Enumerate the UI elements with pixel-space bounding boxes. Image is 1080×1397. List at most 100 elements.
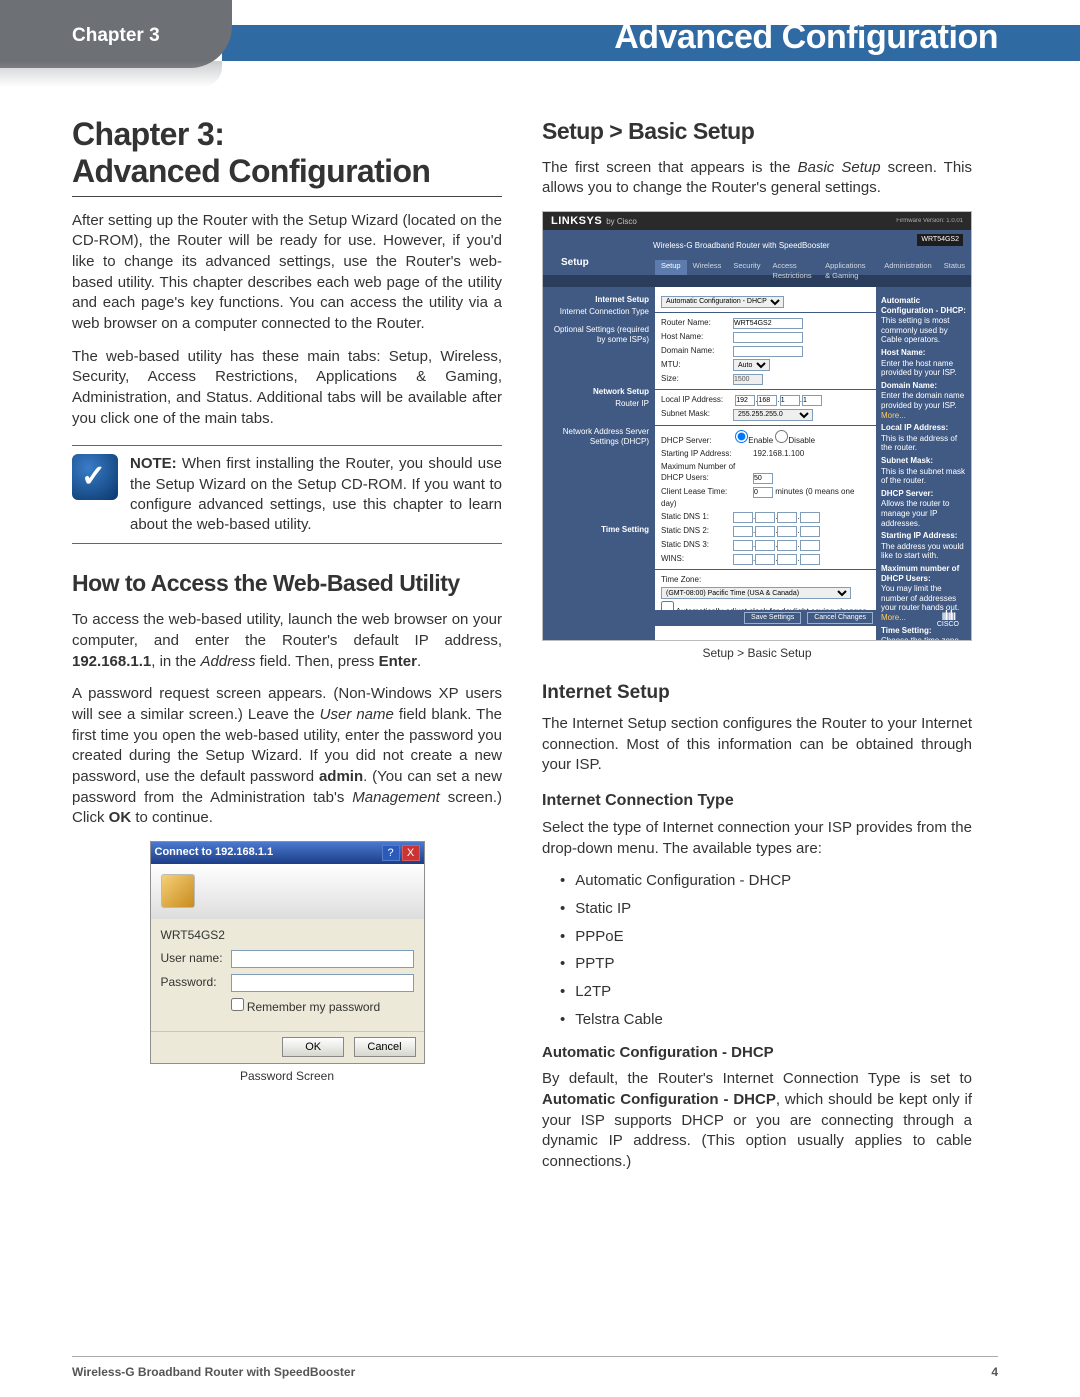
l: Network Setup	[549, 387, 649, 397]
lip-3[interactable]	[802, 395, 822, 406]
l: Network Address Server Settings (DHCP)	[549, 427, 649, 447]
l: Domain Name:	[661, 345, 733, 356]
right-column: Setup > Basic Setup The first screen tha…	[542, 116, 972, 1185]
i[interactable]	[733, 526, 753, 537]
t: Enter the domain name provided by your I…	[881, 391, 966, 410]
router-name-input[interactable]	[733, 318, 803, 329]
i[interactable]	[755, 512, 775, 523]
i[interactable]	[800, 540, 820, 551]
h: Host Name:	[881, 348, 966, 358]
mtu-size	[733, 374, 763, 385]
i[interactable]	[800, 554, 820, 565]
lip-2[interactable]	[780, 395, 800, 406]
l: 192.168.1.100	[753, 449, 804, 458]
t: By default, the Router's Internet Connec…	[542, 1070, 972, 1087]
tab-apps[interactable]: Applications & Gaming	[819, 260, 878, 275]
intro-para-1: After setting up the Router with the Set…	[72, 211, 502, 335]
i[interactable]	[755, 540, 775, 551]
l: Static DNS 3:	[661, 539, 733, 550]
subnet-select[interactable]: 255.255.255.0	[733, 409, 813, 421]
dhcp-enable[interactable]	[735, 430, 748, 443]
h: DHCP Server:	[881, 489, 966, 499]
more-link[interactable]: More...	[881, 411, 966, 421]
dhcp-disable[interactable]	[775, 430, 788, 443]
username-input[interactable]	[231, 950, 414, 968]
remember-label: Remember my password	[247, 1000, 380, 1014]
ict-select[interactable]: Automatic Configuration - DHCP	[661, 296, 784, 308]
ict-para: Select the type of Internet connection y…	[542, 818, 972, 859]
lip-0[interactable]	[735, 395, 755, 406]
i[interactable]	[733, 540, 753, 551]
howto-para-1: To access the web-based utility, launch …	[72, 610, 502, 672]
tab-access[interactable]: Access Restrictions	[766, 260, 819, 275]
tab-admin[interactable]: Administration	[878, 260, 938, 275]
shot-help: Automatic Configuration - DHCP:This sett…	[876, 287, 971, 641]
domain-name-input[interactable]	[733, 346, 803, 357]
connection-types-list: Automatic Configuration - DHCP Static IP…	[560, 871, 972, 1030]
l: Host Name:	[661, 331, 733, 342]
i[interactable]	[733, 512, 753, 523]
tab-status[interactable]: Status	[938, 260, 971, 275]
t: Choose the time zone you are in. The rou…	[881, 636, 966, 641]
ok-button[interactable]: OK	[282, 1037, 344, 1057]
i[interactable]	[800, 512, 820, 523]
i[interactable]	[733, 554, 753, 565]
lease-input[interactable]	[753, 487, 773, 498]
save-settings-button[interactable]: Save Settings	[744, 612, 801, 624]
chapter-heading-line2: Advanced Configuration	[72, 153, 430, 189]
dialog-banner	[151, 864, 424, 919]
host-name-input[interactable]	[733, 332, 803, 343]
tab-setup[interactable]: Setup	[655, 260, 687, 275]
close-icon[interactable]: X	[402, 845, 420, 861]
dhcp-subheading: Automatic Configuration - DHCP	[542, 1043, 972, 1064]
timezone-select[interactable]: (GMT-08:00) Pacific Time (USA & Canada)	[661, 587, 851, 599]
i[interactable]	[800, 526, 820, 537]
dhcp-bold: Automatic Configuration - DHCP	[542, 1091, 776, 1108]
tab-security[interactable]: Security	[727, 260, 766, 275]
username-label: User name:	[161, 950, 231, 967]
l: Maximum Number of DHCP Users:	[661, 461, 753, 483]
i[interactable]	[755, 526, 775, 537]
linksys-logo: LINKSYS	[551, 214, 602, 229]
i[interactable]	[777, 526, 797, 537]
t: This setting is most commonly used by Ca…	[881, 316, 966, 345]
l: Internet Setup	[549, 295, 649, 305]
header-title: Advanced Configuration	[614, 18, 998, 57]
mtu-select[interactable]: Auto	[733, 359, 770, 371]
t: To access the web-based utility, launch …	[72, 611, 502, 649]
cancel-button[interactable]: Cancel	[354, 1037, 416, 1057]
tab-wireless[interactable]: Wireless	[687, 260, 728, 275]
list-item: PPPoE	[560, 927, 972, 948]
l: Static DNS 2:	[661, 525, 733, 536]
l: Time Zone:	[661, 574, 733, 585]
l: Static DNS 1:	[661, 511, 733, 522]
i[interactable]	[777, 540, 797, 551]
firmware-label: Firmware Version: 1.0.01	[896, 217, 963, 225]
page-footer: Wireless-G Broadband Router with SpeedBo…	[72, 1356, 998, 1379]
i[interactable]	[777, 554, 797, 565]
cancel-changes-button[interactable]: Cancel Changes	[807, 612, 873, 624]
h: Starting IP Address:	[881, 531, 966, 541]
remember-checkbox[interactable]	[231, 998, 244, 1011]
lip-1[interactable]	[757, 395, 777, 406]
t: Allows the router to manage your IP addr…	[881, 499, 966, 528]
i[interactable]	[755, 554, 775, 565]
check-icon	[72, 454, 118, 500]
dialog-title: Connect to 192.168.1.1	[155, 845, 380, 860]
help-icon[interactable]: ?	[382, 845, 400, 861]
maxusers-input[interactable]	[753, 473, 773, 484]
t: Enter the host name provided by your ISP…	[881, 359, 966, 378]
footer-product: Wireless-G Broadband Router with SpeedBo…	[72, 1365, 355, 1379]
t: The first screen that appears is the	[542, 159, 798, 176]
h: Local IP Address:	[881, 423, 966, 433]
t: .	[417, 653, 421, 670]
i[interactable]	[777, 512, 797, 523]
internet-setup-para: The Internet Setup section configures th…	[542, 714, 972, 776]
l: WINS:	[661, 553, 733, 564]
l: Size:	[661, 373, 733, 384]
howto-heading: How to Access the Web-Based Utility	[72, 568, 502, 600]
l: Router IP	[549, 399, 649, 409]
howto-para-2: A password request screen appears. (Non-…	[72, 684, 502, 829]
t: The address you would like to start with…	[881, 542, 966, 561]
password-input[interactable]	[231, 974, 414, 992]
